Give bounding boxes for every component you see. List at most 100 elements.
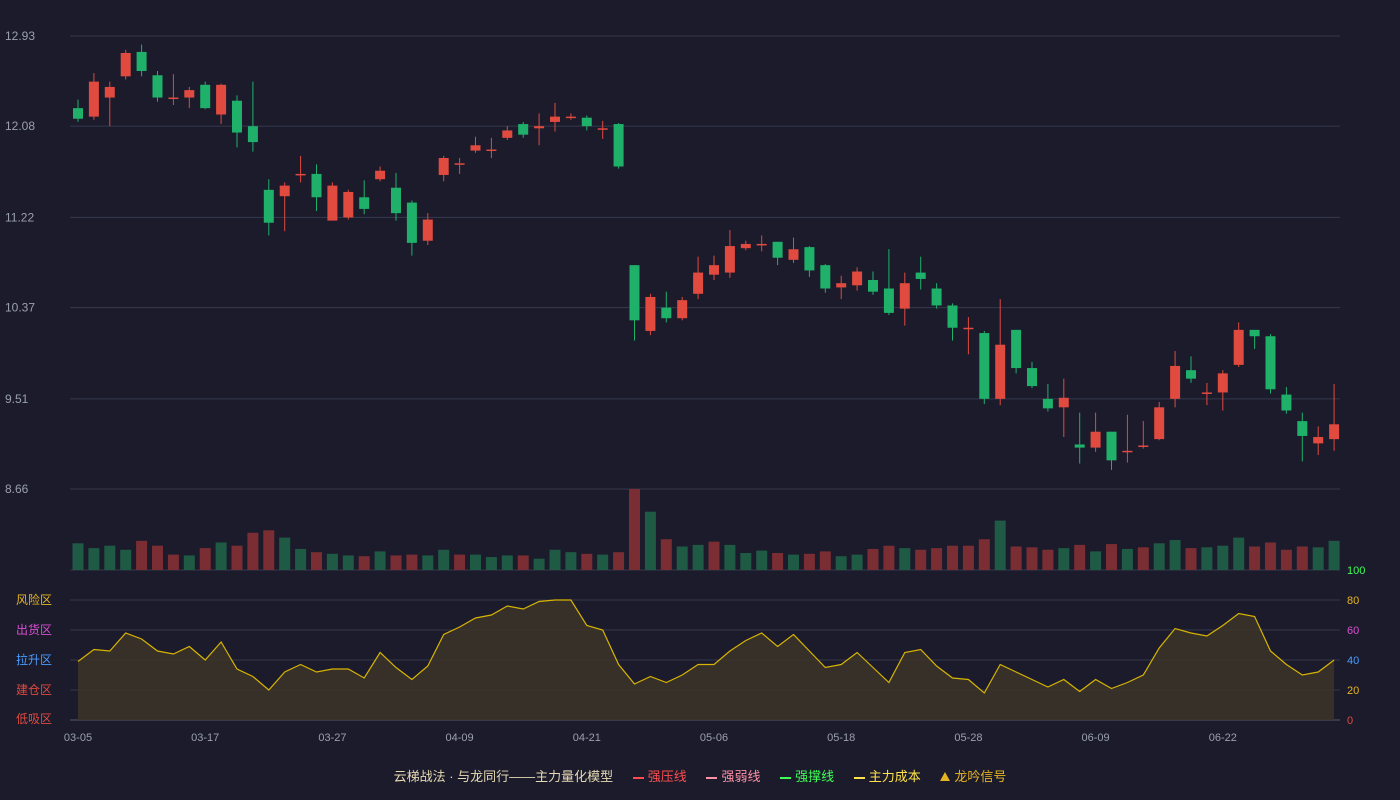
candle xyxy=(1154,402,1165,441)
candle xyxy=(724,230,735,278)
candle xyxy=(629,265,640,341)
legend-item-support-line[interactable]: 强撑线 xyxy=(780,766,834,785)
candle-body xyxy=(1011,329,1022,369)
candle-body xyxy=(279,185,290,197)
candle-body xyxy=(740,243,751,249)
candle-body xyxy=(152,75,163,98)
candle xyxy=(1249,329,1260,349)
candle xyxy=(915,256,926,290)
candle-body xyxy=(597,128,608,130)
candle-body xyxy=(263,189,274,223)
candle-body xyxy=(995,344,1006,399)
candle-body xyxy=(184,90,195,98)
candle-body xyxy=(136,51,147,72)
legend-title: 云梯战法 · 与龙同行——主力量化模型 xyxy=(393,769,614,784)
legend-item-weak-line[interactable]: 强弱线 xyxy=(706,766,760,785)
date-tick-label: 03-17 xyxy=(191,732,219,744)
candle xyxy=(534,113,545,146)
price-tick-label: 10.37 xyxy=(5,301,35,315)
volume-bar xyxy=(1312,547,1324,570)
candle-body xyxy=(1233,329,1244,365)
volume-bar xyxy=(152,545,163,570)
candle-body xyxy=(391,187,401,214)
volume-bar xyxy=(183,555,195,570)
candle xyxy=(263,179,274,236)
date-tick-label: 05-06 xyxy=(700,732,728,744)
candle xyxy=(1313,426,1324,456)
model-tick-label: 100 xyxy=(1347,565,1365,577)
chart-legend: 云梯战法 · 与龙同行——主力量化模型 强压线 强弱线 强撑线 主力成本 龙吟信… xyxy=(0,766,1400,785)
date-tick-label: 03-05 xyxy=(64,732,92,744)
candle xyxy=(359,180,370,215)
candle xyxy=(200,81,211,110)
date-tick-label: 05-28 xyxy=(954,732,982,744)
candle xyxy=(295,155,306,183)
date-tick-label: 04-09 xyxy=(446,732,474,744)
candle xyxy=(1138,421,1149,449)
date-tick-label: 03-27 xyxy=(318,732,346,744)
volume-bar xyxy=(613,552,625,570)
volume-bar xyxy=(835,556,847,570)
strong-pressure-swatch xyxy=(632,776,644,779)
legend-item-strong-pressure[interactable]: 强压线 xyxy=(632,766,687,785)
candle xyxy=(1074,412,1085,464)
candle-body xyxy=(232,100,242,133)
volume-bar xyxy=(342,555,354,570)
volume-bar xyxy=(1185,548,1197,570)
volume-bar xyxy=(851,554,863,570)
candle xyxy=(391,172,401,221)
candle-body xyxy=(343,191,354,218)
candle xyxy=(120,49,131,80)
candle-body xyxy=(216,84,227,115)
candle xyxy=(772,241,783,266)
volume-bar xyxy=(867,548,879,570)
date-tick-label: 05-18 xyxy=(827,732,855,744)
candle-body xyxy=(104,86,115,98)
candle-body xyxy=(581,117,592,127)
legend-item-main-cost[interactable]: 主力成本 xyxy=(853,766,921,785)
date-tick-label: 06-22 xyxy=(1209,732,1237,744)
main-cost-swatch xyxy=(853,776,865,779)
zone-label: 风险区 xyxy=(16,592,52,607)
volume-bar xyxy=(788,554,799,570)
candle-body xyxy=(772,241,783,258)
volume-bar xyxy=(1233,537,1245,570)
candle xyxy=(1106,431,1117,470)
candle xyxy=(709,255,719,281)
candle-body xyxy=(1170,365,1181,399)
candle xyxy=(1265,334,1276,394)
candle-body xyxy=(820,265,831,289)
volume-bars xyxy=(72,489,1340,570)
legend-label-weak-line: 强弱线 xyxy=(721,769,761,784)
price-tick-label: 12.08 xyxy=(5,119,35,133)
volume-bar xyxy=(1042,549,1054,570)
legend-item-signal[interactable]: 龙吟信号 xyxy=(940,766,1006,785)
candle-body xyxy=(438,158,449,175)
candle-body xyxy=(88,81,99,117)
candle-body xyxy=(406,202,417,243)
candle xyxy=(1297,412,1308,462)
volume-bar xyxy=(374,551,386,570)
weak-line-swatch xyxy=(706,776,718,779)
candle xyxy=(613,122,624,169)
candle-body xyxy=(1329,424,1340,440)
volume-bar xyxy=(311,552,322,570)
candlestick-series xyxy=(73,44,1340,470)
candle xyxy=(1027,361,1037,389)
candle-body xyxy=(486,149,497,152)
candle xyxy=(597,120,608,139)
candle xyxy=(1058,378,1069,438)
zone-label: 建仓区 xyxy=(16,683,52,697)
candle-body xyxy=(454,163,465,165)
volume-bar xyxy=(501,555,513,570)
volume-bar xyxy=(1201,547,1213,570)
candle-body xyxy=(1201,392,1212,394)
volume-bar xyxy=(724,544,736,570)
candle xyxy=(184,86,195,109)
volume-bar xyxy=(263,530,275,570)
candle xyxy=(995,299,1006,406)
price-tick-label: 9.51 xyxy=(5,392,29,406)
candle-body xyxy=(1074,444,1085,448)
triangle-icon xyxy=(940,772,951,782)
candle xyxy=(88,73,99,120)
